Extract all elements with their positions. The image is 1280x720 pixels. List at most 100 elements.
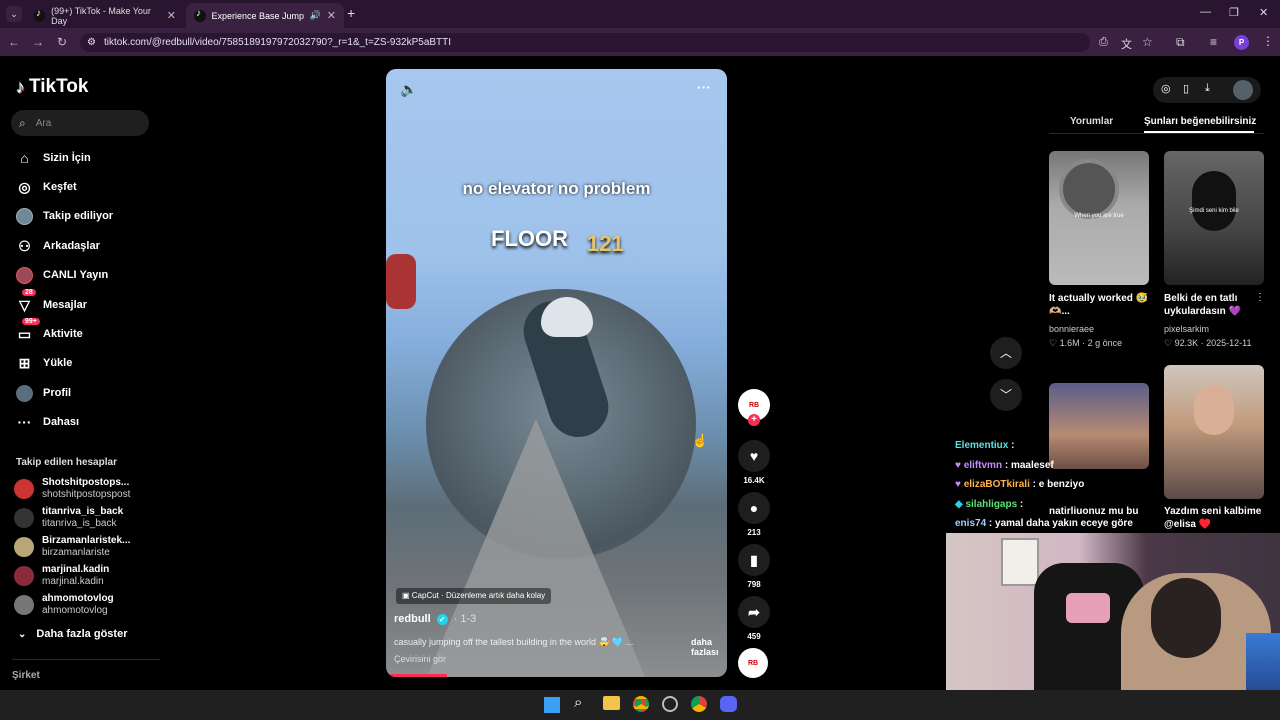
heart-icon: ♡ bbox=[1049, 338, 1058, 348]
silhouette-shape bbox=[1192, 171, 1236, 231]
mute-icon[interactable]: 🔈 bbox=[400, 81, 417, 98]
capcut-badge[interactable]: ▣ CapCut · Düzenleme artık daha kolay bbox=[396, 588, 552, 604]
chat-message: Elementiux : bbox=[955, 440, 1015, 451]
card-title[interactable]: It actually worked 🥹🫶🏼... bbox=[1049, 292, 1154, 318]
following-account[interactable]: Shotshitpostops... shotshitpostopspost bbox=[14, 477, 130, 501]
download-icon[interactable]: ⤓ bbox=[1205, 82, 1210, 95]
card-more-icon[interactable]: ⋮ bbox=[1255, 292, 1265, 303]
share-icon: ➦ bbox=[738, 596, 770, 628]
sidebar-item-for-you[interactable]: ⌂ Sizin İçin bbox=[16, 147, 90, 169]
close-tab-icon[interactable]: ✕ bbox=[327, 9, 336, 22]
show-more-label: Daha fazla göster bbox=[36, 628, 128, 640]
restore-window-icon[interactable]: ❐ bbox=[1229, 6, 1239, 19]
file-explorer-icon[interactable] bbox=[603, 696, 620, 710]
tab-list-dropdown-icon[interactable]: ⌄ bbox=[6, 6, 22, 22]
extensions-icon[interactable]: ⧉ bbox=[1176, 35, 1185, 50]
recommended-card-thumb[interactable]: When you are true bbox=[1049, 151, 1149, 285]
following-account[interactable]: Birzamanlaristek... birzamanlariste bbox=[14, 535, 130, 559]
reload-icon[interactable]: ↻ bbox=[53, 33, 71, 51]
recommended-card-thumb[interactable] bbox=[1164, 365, 1264, 499]
card-author[interactable]: pixelsarkim bbox=[1164, 324, 1209, 334]
forward-icon[interactable]: → bbox=[29, 33, 47, 51]
url-field[interactable]: ⚙ tiktok.com/@redbull/video/758518919797… bbox=[80, 33, 1090, 52]
profile-avatar[interactable]: P bbox=[1234, 35, 1249, 50]
minimize-window-icon[interactable]: — bbox=[1200, 6, 1211, 18]
sidebar-item-messages[interactable]: ▽ 28 Mesajlar bbox=[16, 288, 87, 316]
see-translation-link[interactable]: Çevirisini gör bbox=[394, 654, 446, 664]
thumb-caption: When you are true bbox=[1074, 213, 1124, 219]
card-likes: 92.3K bbox=[1174, 338, 1199, 348]
save-button[interactable]: ▮ 798 bbox=[738, 544, 770, 589]
recommended-card-thumb[interactable]: Şimdi seni kim bile bbox=[1164, 151, 1264, 285]
sidebar-item-activity[interactable]: ▭ 99+ Aktivite bbox=[16, 317, 83, 345]
following-account[interactable]: marjinal.kadin marjinal.kadin bbox=[14, 564, 109, 588]
previous-video-button[interactable]: ︿ bbox=[990, 337, 1022, 369]
user-avatar[interactable] bbox=[1233, 80, 1253, 100]
company-link[interactable]: Şirket bbox=[12, 670, 40, 681]
translate-icon[interactable]: 文 bbox=[1121, 36, 1132, 52]
close-tab-icon[interactable]: ✕ bbox=[167, 9, 176, 22]
browser-tab-1[interactable]: (99+) TikTok - Make Your Day ✕ bbox=[26, 3, 184, 28]
more-dots-icon: ··· bbox=[17, 414, 32, 430]
avatar bbox=[14, 537, 34, 557]
video-author[interactable]: redbull ✓ · 1-3 bbox=[394, 613, 476, 625]
new-tab-button[interactable]: + bbox=[347, 5, 355, 21]
browser-tab-2[interactable]: Experience Base Jumping fr 🔊 ✕ bbox=[186, 3, 344, 28]
save-count: 798 bbox=[747, 580, 761, 589]
following-account[interactable]: titanriva_is_back titanriva_is_back bbox=[14, 506, 123, 530]
chrome-icon[interactable] bbox=[633, 696, 649, 712]
bookmark-star-icon[interactable]: ☆ bbox=[1142, 35, 1153, 49]
upload-icon: ⊞ bbox=[18, 354, 31, 371]
reading-list-icon[interactable]: ≡ bbox=[1210, 35, 1217, 49]
like-button[interactable]: ♥ 16.4K bbox=[738, 440, 770, 485]
next-video-button[interactable]: ﹀ bbox=[990, 379, 1022, 411]
divider bbox=[12, 659, 160, 660]
show-more-button[interactable]: ⌄ Daha fazla göster bbox=[18, 623, 127, 645]
share-button[interactable]: ➦ 459 bbox=[738, 596, 770, 641]
chat-user: silahligaps bbox=[965, 498, 1018, 510]
card-title[interactable]: Yazdım seni kalbime @elisa ♥️ bbox=[1164, 505, 1264, 531]
card-more-icon[interactable]: ⋮ bbox=[1141, 292, 1151, 303]
sidebar-item-following[interactable]: Takip ediliyor bbox=[16, 205, 113, 227]
install-app-icon[interactable]: ⎙ bbox=[1099, 36, 1108, 49]
sound-disc[interactable]: RB bbox=[738, 648, 770, 682]
follow-plus-icon[interactable]: + bbox=[748, 414, 760, 426]
speaker-icon[interactable]: 🔊 bbox=[310, 10, 321, 21]
sidebar-item-more[interactable]: ··· Dahası bbox=[16, 411, 80, 433]
video-player[interactable]: 🔈 ··· no elevator no problem FLOOR 121 ▣… bbox=[386, 69, 727, 677]
app-icon[interactable] bbox=[662, 696, 678, 712]
description-more-link[interactable]: daha fazlası bbox=[691, 637, 727, 657]
card-date: 2 g önce bbox=[1087, 338, 1123, 348]
tiktok-logo[interactable]: ♪ TikTok bbox=[16, 76, 88, 98]
following-account[interactable]: ahmomotovlog ahmomotovlog bbox=[14, 593, 114, 617]
search-icon: ⌕ bbox=[19, 115, 26, 130]
back-icon[interactable]: ← bbox=[5, 33, 23, 51]
comment-button[interactable]: ● 213 bbox=[738, 492, 770, 537]
close-window-icon[interactable]: ✕ bbox=[1259, 6, 1268, 19]
account-handle: titanriva_is_back bbox=[42, 518, 117, 529]
browser-menu-icon[interactable]: ⋮ bbox=[1262, 34, 1274, 48]
sidebar-item-friends[interactable]: ⚇ Arkadaşlar bbox=[16, 235, 100, 257]
chrome-active-icon[interactable] bbox=[691, 696, 707, 712]
sidebar-item-explore[interactable]: ◎ Keşfet bbox=[16, 176, 76, 198]
card-author[interactable]: bonnieraee bbox=[1049, 324, 1094, 334]
tab-recommended[interactable]: Şunları beğenebilirsiniz bbox=[1144, 116, 1256, 127]
device-icon[interactable]: ▯ bbox=[1183, 82, 1189, 95]
tab-comments[interactable]: Yorumlar bbox=[1070, 116, 1113, 127]
capcut-icon: ▣ bbox=[402, 591, 412, 600]
video-progress-bar[interactable] bbox=[386, 674, 448, 677]
author-avatar-follow[interactable]: RB + bbox=[738, 389, 770, 426]
avatar bbox=[14, 595, 34, 615]
search-icon[interactable]: ⌕ bbox=[574, 694, 582, 711]
video-more-icon[interactable]: ··· bbox=[697, 79, 711, 95]
discord-icon[interactable] bbox=[720, 696, 737, 712]
windows-taskbar: ⌕ bbox=[0, 690, 1280, 720]
sidebar-item-upload[interactable]: ⊞ Yükle bbox=[16, 352, 73, 374]
site-info-icon[interactable]: ⚙ bbox=[87, 33, 96, 52]
search-input[interactable]: ⌕ Ara bbox=[11, 110, 149, 136]
sidebar-item-profile[interactable]: Profil bbox=[16, 382, 71, 404]
coin-icon[interactable]: ◎ bbox=[1161, 82, 1171, 95]
windows-start-icon[interactable] bbox=[544, 697, 560, 713]
card-title[interactable]: Belki de en tatlı uykulardasın 💜 bbox=[1164, 292, 1254, 318]
sidebar-item-live[interactable]: CANLI Yayın bbox=[16, 264, 108, 286]
